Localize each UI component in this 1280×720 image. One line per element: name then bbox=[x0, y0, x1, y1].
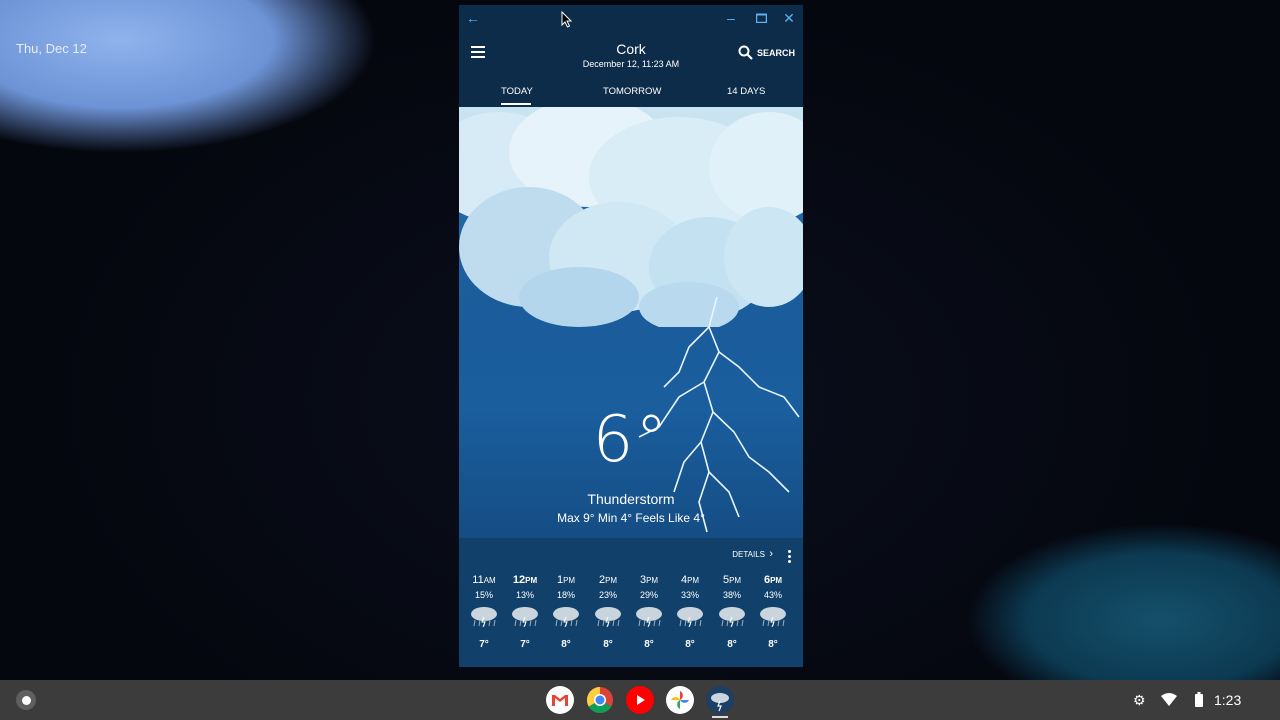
thunderstorm-icon bbox=[719, 607, 745, 628]
more-options-icon[interactable] bbox=[788, 550, 791, 565]
app-bar: Cork December 12, 11:23 AM SEARCH bbox=[459, 31, 803, 81]
hour-temperature: 8° bbox=[644, 639, 654, 650]
settings-gear-icon[interactable]: ⚙ bbox=[1133, 692, 1146, 709]
hour-ampm: PM bbox=[687, 576, 700, 585]
search-button[interactable]: SEARCH bbox=[738, 45, 795, 60]
hour-item[interactable]: 6PM 43% 8° bbox=[753, 574, 793, 650]
location-datetime: December 12, 11:23 AM bbox=[582, 59, 680, 69]
active-tab-indicator bbox=[501, 103, 531, 105]
precip-chance: 13% bbox=[515, 590, 534, 600]
weather-animation: 6° Thunderstorm Max 9° Min 4° Feels Like… bbox=[459, 107, 803, 538]
hour-ampm: PM bbox=[605, 576, 618, 585]
thunderstorm-icon bbox=[512, 607, 538, 628]
hour-time: 11 bbox=[472, 574, 484, 586]
day-tabs: TODAY TOMORROW 14 DAYS bbox=[459, 81, 803, 107]
back-arrow-icon[interactable]: ← bbox=[464, 9, 482, 27]
hour-temperature: 8° bbox=[561, 639, 571, 650]
shelf: ⚙ 1:23 bbox=[0, 680, 1280, 720]
precip-chance: 29% bbox=[639, 590, 658, 600]
hour-item[interactable]: 12PM 13% 7° bbox=[505, 574, 545, 650]
hour-temperature: 8° bbox=[768, 639, 778, 650]
launcher-button[interactable] bbox=[16, 690, 36, 710]
hour-ampm: PM bbox=[646, 576, 659, 585]
precip-chance: 43% bbox=[763, 590, 782, 600]
precip-chance: 23% bbox=[598, 590, 617, 600]
photos-icon[interactable] bbox=[666, 686, 694, 714]
maximize-icon[interactable] bbox=[752, 9, 770, 27]
hour-temperature: 8° bbox=[685, 639, 695, 650]
current-temperature: 6° bbox=[592, 403, 670, 477]
hour-ampm: PM bbox=[525, 576, 538, 585]
hour-item[interactable]: 1PM 18% 8° bbox=[546, 574, 586, 650]
hour-item[interactable]: 2PM 23% 8° bbox=[588, 574, 628, 650]
hour-temperature: 8° bbox=[727, 639, 737, 650]
battery-icon[interactable] bbox=[1195, 692, 1203, 707]
active-app-indicator bbox=[712, 716, 728, 718]
hour-item[interactable]: 11AM 15% 7° bbox=[464, 574, 504, 650]
hour-ampm: PM bbox=[729, 576, 742, 585]
hour-ampm: PM bbox=[563, 576, 576, 585]
hour-ampm: PM bbox=[770, 576, 783, 585]
chrome-icon[interactable] bbox=[586, 686, 614, 714]
hour-temperature: 7° bbox=[479, 639, 489, 650]
desktop-date: Thu, Dec 12 bbox=[16, 41, 87, 56]
thunderstorm-icon bbox=[553, 607, 579, 628]
weather-app-icon[interactable] bbox=[706, 686, 734, 714]
hour-item[interactable]: 3PM 29% 8° bbox=[629, 574, 669, 650]
hour-temperature: 8° bbox=[603, 639, 613, 650]
precip-chance: 38% bbox=[722, 590, 741, 600]
thunderstorm-icon bbox=[636, 607, 662, 628]
minimize-icon[interactable]: – bbox=[722, 9, 740, 27]
precip-chance: 33% bbox=[680, 590, 699, 600]
close-icon[interactable]: ✕ bbox=[780, 9, 798, 27]
weather-app-window: ← – ✕ Cork December 12, 11:23 AM SEARCH … bbox=[459, 5, 803, 667]
mouse-cursor-icon bbox=[561, 11, 573, 28]
chevron-right-icon[interactable]: › bbox=[769, 548, 773, 560]
precip-chance: 15% bbox=[474, 590, 493, 600]
hour-item[interactable]: 5PM 38% 8° bbox=[712, 574, 752, 650]
youtube-icon[interactable] bbox=[626, 686, 654, 714]
thunderstorm-icon bbox=[595, 607, 621, 628]
thunderstorm-icon bbox=[760, 607, 786, 628]
gmail-icon[interactable] bbox=[546, 686, 574, 714]
tab-tomorrow[interactable]: TOMORROW bbox=[603, 86, 661, 97]
hour-ampm: AM bbox=[483, 576, 496, 585]
clock-time[interactable]: 1:23 bbox=[1214, 692, 1241, 708]
tab-today[interactable]: TODAY bbox=[501, 86, 533, 97]
precip-chance: 18% bbox=[556, 590, 575, 600]
title-bar: ← – ✕ bbox=[459, 5, 803, 31]
hour-temperature: 7° bbox=[520, 639, 530, 650]
hourly-forecast: DETAILS › 11AM 15% 7° 12PM 13% 7° 1PM 18… bbox=[459, 538, 803, 667]
hour-time: 12 bbox=[512, 574, 526, 586]
thunderstorm-icon bbox=[677, 607, 703, 628]
hour-item[interactable]: 4PM 33% 8° bbox=[670, 574, 710, 650]
thunderstorm-icon bbox=[471, 607, 497, 628]
wifi-icon[interactable] bbox=[1161, 693, 1177, 707]
weather-condition: Thunderstorm bbox=[587, 491, 675, 507]
details-link[interactable]: DETAILS bbox=[732, 550, 765, 559]
search-icon bbox=[738, 45, 753, 60]
search-label: SEARCH bbox=[756, 47, 795, 58]
min-max-feels-like: Max 9° Min 4° Feels Like 4° bbox=[557, 511, 705, 525]
storm-clouds-image bbox=[459, 107, 803, 327]
tab-14-days[interactable]: 14 DAYS bbox=[727, 86, 765, 97]
